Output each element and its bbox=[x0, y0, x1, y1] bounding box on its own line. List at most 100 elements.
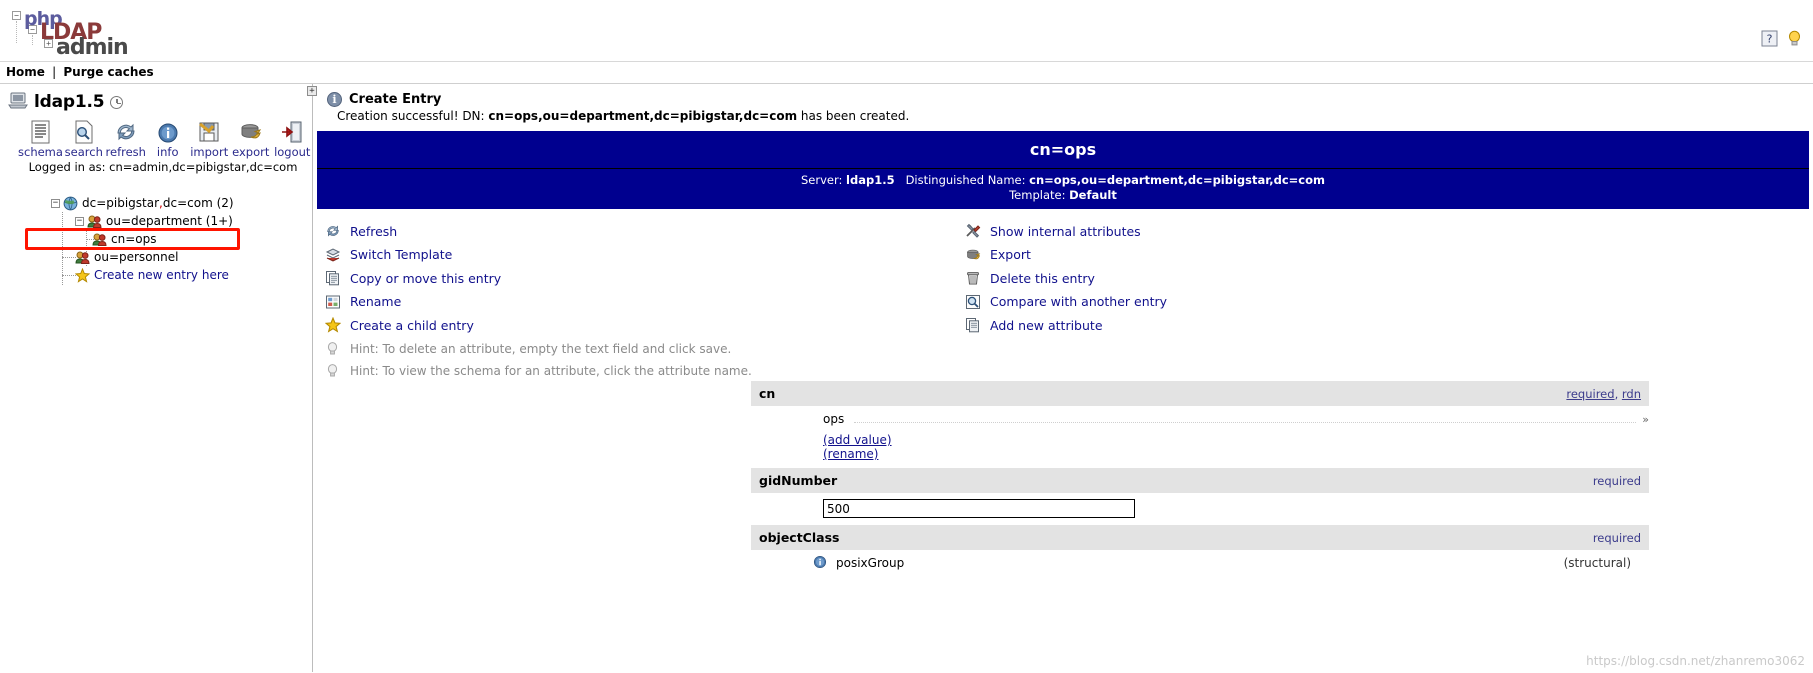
nav-purge-caches-link[interactable]: Purge caches bbox=[63, 65, 153, 79]
action-create-child-entry[interactable]: Create a child entry bbox=[324, 315, 955, 335]
info-icon: i bbox=[327, 92, 342, 107]
tree-guide-h-personnel bbox=[62, 257, 76, 258]
panel-expand-toggle[interactable]: + bbox=[307, 86, 317, 96]
action-copy-or-move-label[interactable]: Copy or move this entry bbox=[350, 271, 501, 286]
action-rename[interactable]: Rename bbox=[325, 292, 955, 312]
server-name[interactable]: ldap1.5 bbox=[34, 92, 105, 112]
group-icon bbox=[87, 214, 102, 229]
attribute-flags-cn: required, rdn bbox=[1566, 387, 1641, 401]
attribute-body-cn: ops » (add value) (rename) bbox=[751, 406, 1649, 467]
toolbar-item-schema[interactable]: schema bbox=[18, 118, 63, 159]
action-rename-label[interactable]: Rename bbox=[350, 294, 401, 309]
tree-node-root[interactable]: − dc=pibigstar,dc=com (2) bbox=[0, 194, 312, 212]
tree-expander-root[interactable]: − bbox=[51, 198, 60, 208]
toolbar-label-logout: logout bbox=[274, 145, 311, 159]
action-show-internal-attributes-label[interactable]: Show internal attributes bbox=[990, 224, 1141, 239]
compare-icon bbox=[965, 294, 981, 310]
action-switch-template[interactable]: Switch Template bbox=[325, 245, 955, 265]
attribute-flags-objectclass: required bbox=[1592, 530, 1641, 545]
rename-link[interactable]: (rename) bbox=[823, 447, 1649, 461]
attribute-flag-rdn-cn: rdn bbox=[1621, 386, 1641, 401]
rename-icon bbox=[325, 294, 341, 310]
attribute-header-objectclass: objectClass required bbox=[751, 524, 1649, 550]
logo-dot-line-2 bbox=[32, 35, 33, 45]
action-create-child-entry-label[interactable]: Create a child entry bbox=[350, 318, 474, 333]
action-refresh[interactable]: Refresh bbox=[325, 221, 955, 241]
tree-node-create-new-entry[interactable]: Create new entry here bbox=[0, 266, 312, 284]
tree-department-label: ou=department (1+) bbox=[106, 214, 233, 228]
create-entry-notice: + i Create Entry Creation successful! DN… bbox=[307, 84, 1813, 123]
globe-icon bbox=[63, 196, 78, 211]
toolbar-item-logout[interactable]: logout bbox=[273, 118, 313, 159]
attribute-value-objectclass: posixGroup bbox=[836, 556, 905, 570]
action-delete-entry[interactable]: Delete this entry bbox=[965, 268, 1813, 288]
tree-personnel-label: ou=personnel bbox=[94, 250, 179, 264]
info-small-icon bbox=[813, 555, 829, 571]
action-switch-template-label[interactable]: Switch Template bbox=[350, 247, 452, 262]
action-copy-or-move[interactable]: Copy or move this entry bbox=[325, 268, 955, 288]
notice-message-post: has been created. bbox=[797, 109, 910, 123]
tree-guide-h-create bbox=[62, 275, 76, 276]
attribute-name-cn[interactable]: cn bbox=[759, 386, 775, 401]
watermark: https://blog.csdn.net/zhanremo3062 bbox=[1586, 654, 1805, 668]
server-header: ldap1.5 bbox=[0, 84, 312, 112]
action-compare-entry[interactable]: Compare with another entry bbox=[965, 292, 1813, 312]
action-compare-entry-label[interactable]: Compare with another entry bbox=[990, 294, 1167, 309]
action-export[interactable]: Export bbox=[965, 245, 1813, 265]
nav-home-link[interactable]: Home bbox=[6, 65, 45, 79]
tree-root-label-part2: dc=com (2) bbox=[162, 196, 234, 210]
action-show-internal-attributes[interactable]: Show internal attributes bbox=[965, 221, 1813, 241]
entry-meta: Server: ldap1.5 Distinguished Name: cn=o… bbox=[317, 169, 1809, 209]
action-delete-entry-label[interactable]: Delete this entry bbox=[990, 271, 1095, 286]
value-dotted-rule bbox=[854, 413, 1637, 423]
attribute-name-objectclass[interactable]: objectClass bbox=[759, 530, 839, 545]
breadcrumb: Home | Purge caches bbox=[0, 62, 1813, 84]
tree-node-personnel[interactable]: ou=personnel bbox=[0, 248, 312, 266]
toolbar-label-import: import bbox=[190, 145, 229, 159]
attribute-name-gidnumber[interactable]: gidNumber bbox=[759, 473, 837, 488]
clock-icon bbox=[110, 95, 124, 109]
entry-actions-right: Show internal attributes Export Delete t… bbox=[955, 221, 1813, 383]
action-refresh-label[interactable]: Refresh bbox=[350, 224, 397, 239]
tree-expander-department[interactable]: − bbox=[75, 216, 84, 226]
highlight-box-ops bbox=[25, 228, 240, 250]
search-icon bbox=[64, 118, 104, 144]
nav-separator: | bbox=[52, 65, 57, 79]
gidnumber-input[interactable] bbox=[823, 499, 1135, 518]
attribute-header-gidnumber: gidNumber required bbox=[751, 467, 1649, 493]
action-add-attribute[interactable]: Add new attribute bbox=[965, 315, 1813, 335]
entry-actions-left: Refresh Switch Template Copy or move thi… bbox=[324, 221, 955, 383]
attribute-flag-required-cn: required bbox=[1566, 386, 1615, 401]
entry-header-bar: cn=ops Server: ldap1.5 Distinguished Nam… bbox=[317, 131, 1809, 209]
refresh-icon bbox=[325, 223, 341, 239]
toolbar-label-search: search bbox=[64, 145, 103, 159]
attributes-table: cn required, rdn ops » (add value) (rena… bbox=[751, 380, 1649, 571]
hint-row-2: Hint: To view the schema for an attribut… bbox=[325, 361, 955, 381]
export-icon bbox=[965, 247, 981, 263]
action-export-label[interactable]: Export bbox=[990, 247, 1031, 262]
add-attribute-icon bbox=[965, 317, 981, 333]
attribute-value-cn: ops bbox=[823, 412, 845, 426]
toolbar-item-export[interactable]: export bbox=[231, 118, 271, 159]
add-value-link[interactable]: (add value) bbox=[823, 433, 1649, 447]
toolbar-item-info[interactable]: info bbox=[148, 118, 188, 159]
toolbar-item-search[interactable]: search bbox=[64, 118, 104, 159]
attribute-header-cn: cn required, rdn bbox=[751, 380, 1649, 406]
sidebar: ldap1.5 schema search refresh info impor… bbox=[0, 84, 313, 672]
header-icon-group: ? bbox=[1761, 30, 1803, 47]
dn-label: Distinguished Name: bbox=[905, 173, 1026, 187]
schema-icon bbox=[18, 118, 62, 144]
help-icon[interactable]: ? bbox=[1761, 30, 1778, 47]
dn-value: cn=ops,ou=department,dc=pibigstar,dc=com bbox=[1029, 173, 1325, 187]
refresh-icon bbox=[106, 118, 146, 144]
toolbar-item-import[interactable]: import bbox=[189, 118, 229, 159]
attribute-value-marker-cn: » bbox=[1642, 412, 1649, 426]
toolbar-label-schema: schema bbox=[18, 145, 63, 159]
lightbulb-icon[interactable] bbox=[1786, 30, 1803, 47]
entry-meta-line2: Template: Default bbox=[317, 188, 1809, 203]
notice-title-text: Create Entry bbox=[349, 92, 442, 107]
toolbar-label-info: info bbox=[156, 145, 179, 159]
notice-message: Creation successful! DN: cn=ops,ou=depar… bbox=[337, 109, 1813, 123]
toolbar-item-refresh[interactable]: refresh bbox=[106, 118, 146, 159]
action-add-attribute-label[interactable]: Add new attribute bbox=[990, 318, 1103, 333]
